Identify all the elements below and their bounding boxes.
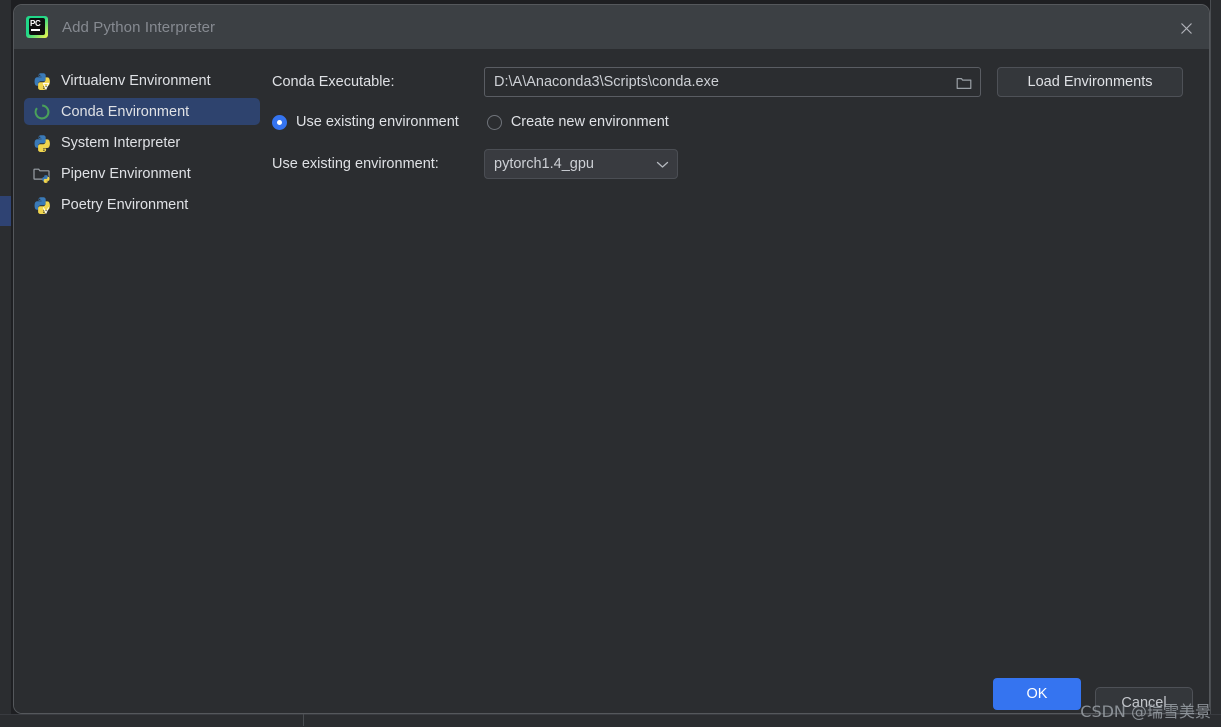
folder-icon[interactable] <box>954 73 974 93</box>
ide-status-bar-divider <box>303 714 304 726</box>
cancel-button[interactable]: Cancel <box>1095 687 1193 714</box>
use-existing-environment-label: Use existing environment: <box>272 156 484 172</box>
close-icon[interactable] <box>1173 15 1199 41</box>
load-environments-button[interactable]: Load Environments <box>997 67 1183 97</box>
conda-executable-row: Conda Executable: D:\A\Anaconda3\Scripts… <box>272 67 1195 97</box>
ide-left-toolwindow-strip[interactable] <box>0 0 11 726</box>
ide-right-toolwindow-strip[interactable] <box>1211 0 1221 726</box>
pycharm-icon: PC <box>26 16 48 38</box>
python-poetry-icon <box>32 195 52 215</box>
interpreter-type-list: Virtualenv Environment Conda Environment <box>24 67 260 222</box>
sidebar-item-conda-environment[interactable]: Conda Environment <box>24 98 260 125</box>
ide-left-strip-selection[interactable] <box>0 196 11 226</box>
ide-status-bar <box>0 714 1221 727</box>
radio-use-existing-environment[interactable]: Use existing environment <box>272 114 459 130</box>
conda-executable-value: D:\A\Anaconda3\Scripts\conda.exe <box>485 74 719 90</box>
sidebar-item-poetry-environment[interactable]: Poetry Environment <box>24 191 260 218</box>
environment-mode-radio-group: Use existing environment Create new envi… <box>272 109 1195 135</box>
chevron-down-icon[interactable] <box>656 150 669 178</box>
sidebar-item-pipenv-environment[interactable]: Pipenv Environment <box>24 160 260 187</box>
radio-unselected-icon <box>487 115 502 130</box>
existing-environment-value: pytorch1.4_gpu <box>485 156 594 172</box>
dialog-footer: OK Cancel <box>993 678 1193 714</box>
radio-create-new-environment[interactable]: Create new environment <box>487 114 669 130</box>
conda-environment-form: Conda Executable: D:\A\Anaconda3\Scripts… <box>272 67 1195 179</box>
sidebar-item-label: Pipenv Environment <box>61 166 191 182</box>
sidebar-item-virtualenv-environment[interactable]: Virtualenv Environment <box>24 67 260 94</box>
sidebar-item-label: Poetry Environment <box>61 197 188 213</box>
existing-environment-select[interactable]: pytorch1.4_gpu <box>484 149 678 179</box>
ok-button[interactable]: OK <box>993 678 1081 710</box>
python-virtualenv-icon <box>32 71 52 91</box>
conda-icon <box>32 102 52 122</box>
add-python-interpreter-dialog: PC Add Python Interpreter <box>13 4 1210 714</box>
conda-executable-field[interactable]: D:\A\Anaconda3\Scripts\conda.exe <box>484 67 981 97</box>
radio-use-existing-label: Use existing environment <box>296 114 459 130</box>
sidebar-item-label: Conda Environment <box>61 104 189 120</box>
python-icon <box>32 133 52 153</box>
radio-selected-icon <box>272 115 287 130</box>
radio-create-new-label: Create new environment <box>511 114 669 130</box>
sidebar-item-label: System Interpreter <box>61 135 180 151</box>
sidebar-item-system-interpreter[interactable]: System Interpreter <box>24 129 260 156</box>
dialog-body: Virtualenv Environment Conda Environment <box>14 49 1209 713</box>
dialog-titlebar: PC Add Python Interpreter <box>14 5 1209 49</box>
existing-environment-row: Use existing environment: pytorch1.4_gpu <box>272 149 1195 179</box>
pipenv-folder-icon <box>32 164 52 184</box>
sidebar-item-label: Virtualenv Environment <box>61 73 211 89</box>
dialog-title: Add Python Interpreter <box>62 19 215 36</box>
conda-executable-label: Conda Executable: <box>272 74 484 90</box>
